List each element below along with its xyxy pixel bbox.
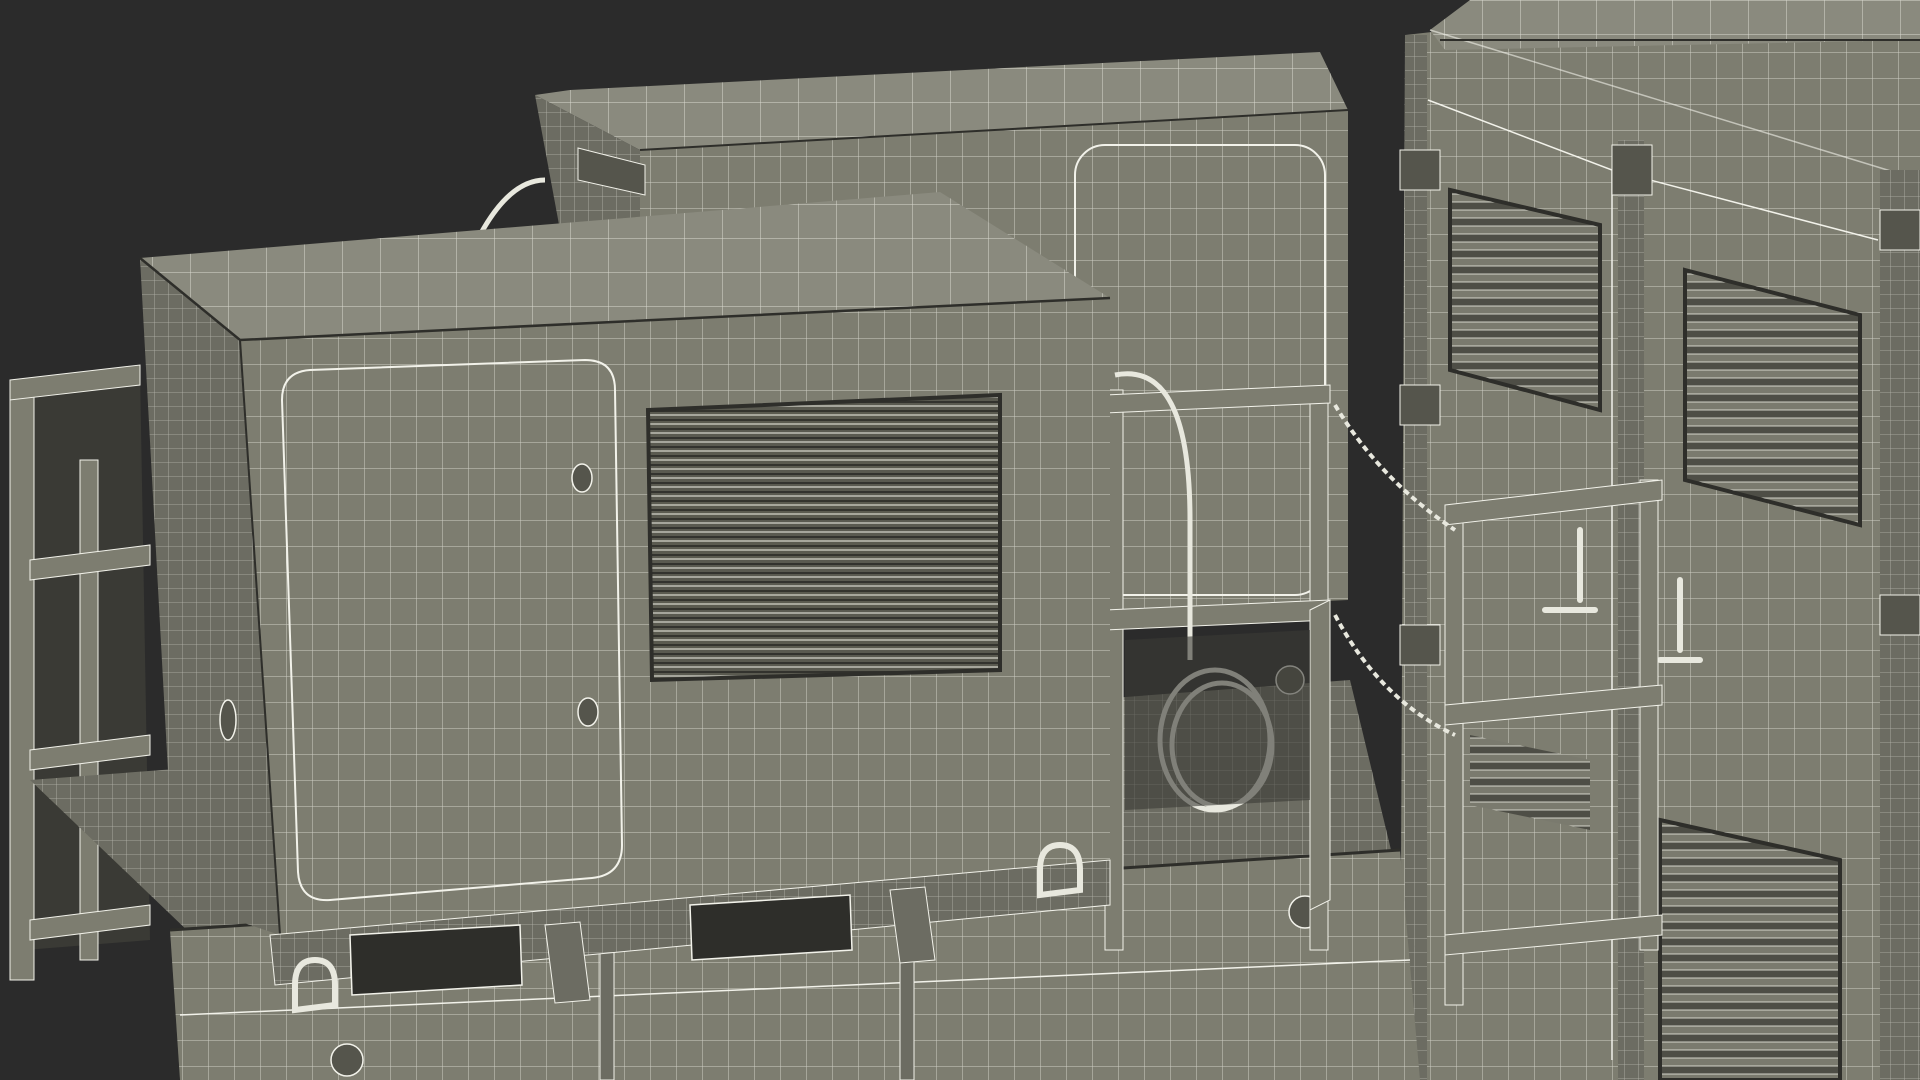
front-generator-box [139, 192, 1111, 1014]
left-railing [9, 364, 151, 981]
wireframe-scene [9, 0, 1920, 1080]
